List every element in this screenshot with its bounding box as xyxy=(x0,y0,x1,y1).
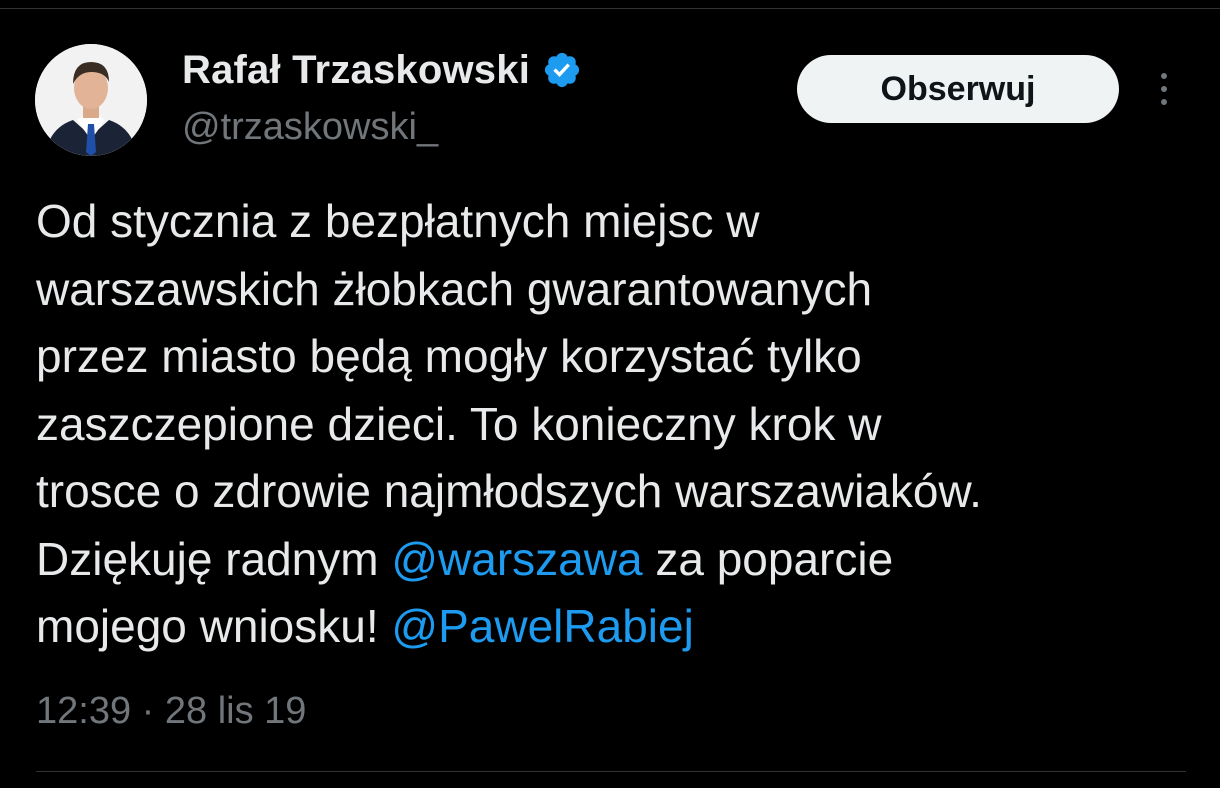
tweet-line: zaszczepione dzieci. To konieczny krok w xyxy=(36,391,1196,459)
mention-link-pawelrabiej[interactable]: @PawelRabiej xyxy=(391,600,693,652)
author-display-name[interactable]: Rafał Trzaskowski xyxy=(182,46,530,94)
tweet-line-text: za poparcie xyxy=(642,532,894,585)
tweet-line-text: Dziękuję radnym xyxy=(36,532,392,585)
tweet-line: Dziękuję radnym @warszawa za poparcie xyxy=(36,526,1196,594)
tweet-line-text: Od stycznia z bezpłatnych miejsc w xyxy=(36,195,760,247)
author-handle[interactable]: @trzaskowski_ xyxy=(182,104,438,150)
avatar[interactable] xyxy=(35,44,147,156)
more-dot xyxy=(1161,73,1167,79)
more-dot xyxy=(1161,86,1167,92)
tweet-line-text: przez miasto będą mogły korzystać tylko xyxy=(36,330,862,382)
tweet-line-text: warszawskich żłobkach gwarantowanych xyxy=(36,262,873,315)
tweet-timestamp[interactable]: 12:39 · 28 lis 19 xyxy=(36,688,306,734)
bottom-divider xyxy=(36,771,1186,772)
avatar-image xyxy=(35,44,147,156)
author-name-row[interactable]: Rafał Trzaskowski xyxy=(182,46,582,94)
more-dot xyxy=(1161,99,1167,105)
more-vertical-icon[interactable] xyxy=(1146,66,1182,112)
tweet-line: mojego wniosku! @PawelRabiej xyxy=(36,593,1196,661)
verified-badge-icon[interactable] xyxy=(542,50,582,90)
top-divider xyxy=(0,8,1220,9)
mention-link-warszawa[interactable]: @warszawa xyxy=(391,533,642,585)
tweet-line: warszawskich żłobkach gwarantowanych xyxy=(36,256,1196,324)
tweet-text: Od stycznia z bezpłatnych miejsc w warsz… xyxy=(36,188,1196,661)
tweet-line: przez miasto będą mogły korzystać tylko xyxy=(36,323,1196,391)
tweet-line-text: mojego wniosku! xyxy=(36,600,392,652)
tweet-line: trosce o zdrowie najmłodszych warszawiak… xyxy=(36,458,1196,526)
follow-button[interactable]: Obserwuj xyxy=(797,55,1119,123)
tweet-line-text: trosce o zdrowie najmłodszych warszawiak… xyxy=(36,465,982,517)
tweet-line-text: zaszczepione dzieci. To konieczny krok w xyxy=(36,397,882,450)
tweet-line: Od stycznia z bezpłatnych miejsc w xyxy=(36,188,1196,256)
